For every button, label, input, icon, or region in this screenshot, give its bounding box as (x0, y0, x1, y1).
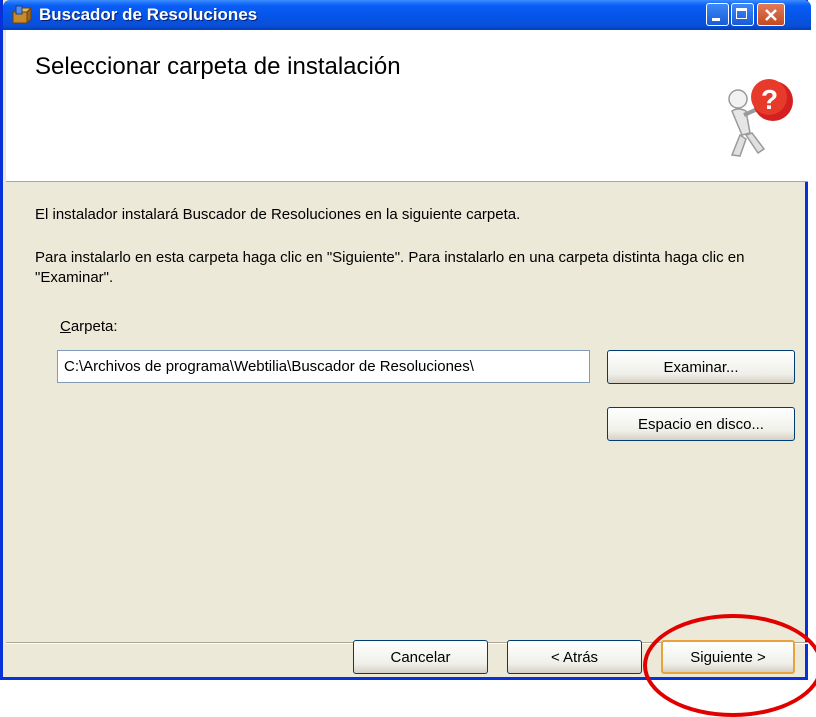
window-title: Buscador de Resoluciones (39, 5, 258, 24)
title-bar[interactable]: Buscador de Resoluciones (3, 0, 811, 30)
installer-window: Buscador de Resoluciones Seleccionar car… (0, 0, 811, 680)
folder-label-text: arpeta: (70, 318, 118, 335)
svg-text:?: ? (761, 84, 778, 115)
folder-label: Carpeta: (60, 318, 118, 335)
maximize-icon[interactable] (731, 3, 754, 26)
page-title: Seleccionar carpeta de instalación (35, 53, 401, 80)
question-person-icon: ? (728, 79, 793, 157)
back-button[interactable]: < Atrás (507, 640, 642, 674)
folder-path-input[interactable] (57, 350, 590, 383)
minimize-icon[interactable] (706, 3, 729, 26)
cancel-button[interactable]: Cancelar (353, 640, 488, 674)
browse-button[interactable]: Examinar... (607, 350, 795, 384)
next-button[interactable]: Siguiente > (661, 640, 795, 674)
disk-space-button[interactable]: Espacio en disco... (607, 407, 795, 441)
installer-box-icon (11, 5, 33, 25)
close-icon[interactable] (757, 3, 785, 26)
folder-label-accesskey: C (60, 318, 71, 335)
info-text-destination: El instalador instalará Buscador de Reso… (35, 206, 521, 223)
info-text-instructions: Para instalarlo en esta carpeta haga cli… (35, 249, 745, 286)
